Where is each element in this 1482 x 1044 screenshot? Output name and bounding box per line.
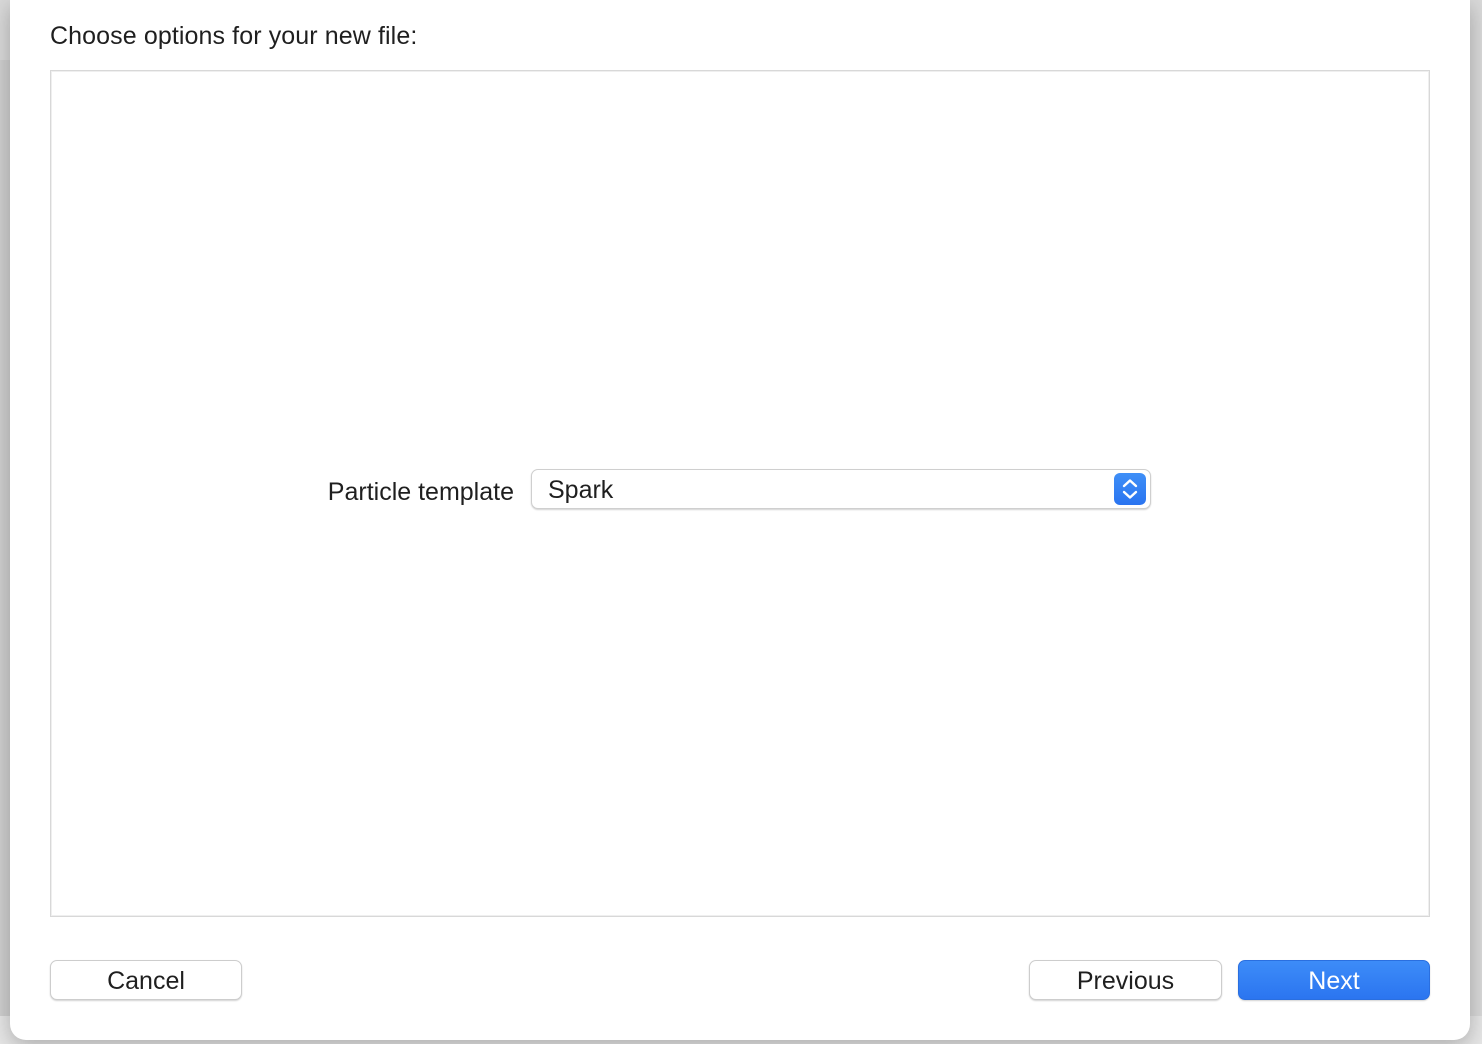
options-panel: Particle template Spark xyxy=(50,70,1430,917)
option-row-particle-template: Particle template Spark xyxy=(51,469,1429,513)
particle-template-popup[interactable]: Spark xyxy=(531,469,1151,509)
next-button[interactable]: Next xyxy=(1238,960,1430,1000)
chevron-up-down-icon xyxy=(1114,473,1146,505)
backdrop-window-edge xyxy=(0,60,10,1044)
particle-template-label: Particle template xyxy=(327,478,514,506)
sheet-title: Choose options for your new file: xyxy=(50,22,418,50)
previous-button[interactable]: Previous xyxy=(1029,960,1222,1000)
particle-template-selected-value: Spark xyxy=(548,476,614,504)
cancel-button[interactable]: Cancel xyxy=(50,960,242,1000)
new-file-options-sheet: Choose options for your new file: Partic… xyxy=(10,0,1470,1040)
